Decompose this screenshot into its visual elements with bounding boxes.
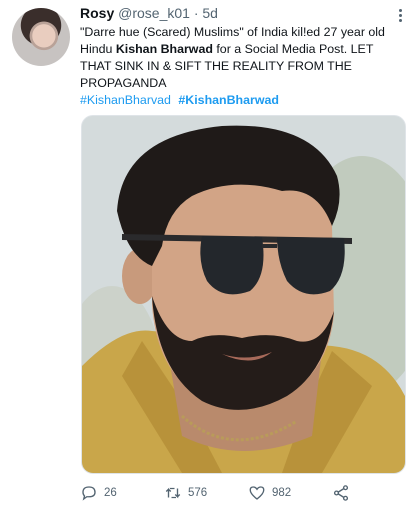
- hashtag-link-2[interactable]: #KishanBharwad: [178, 93, 279, 107]
- action-bar: 26 576 982: [80, 484, 380, 502]
- share-icon: [333, 485, 349, 501]
- tweet-name-bold: Kishan Bharwad: [115, 42, 213, 56]
- like-count: 982: [272, 487, 292, 499]
- retweet-count: 576: [188, 487, 208, 499]
- tweet-line-3: THAT SINK IN & SIFT THE REALITY FROM THE: [80, 59, 352, 73]
- like-button[interactable]: 982: [248, 484, 291, 502]
- reply-icon: [82, 486, 96, 501]
- tweet-line-2-end: for a Social Media Post. LET: [212, 42, 374, 56]
- tweet-line-4: PROPAGANDA: [80, 76, 167, 90]
- tweet-photo[interactable]: [81, 115, 406, 474]
- avatar[interactable]: [12, 8, 70, 66]
- retweet-button[interactable]: 576: [164, 484, 207, 502]
- tweet-text: "Darre hue (Scared) Muslims" of India ki…: [80, 24, 405, 92]
- user-name[interactable]: Rosy: [80, 5, 114, 21]
- tweet-line-1: "Darre hue (Scared) Muslims" of India ki…: [80, 25, 385, 39]
- like-icon: [249, 486, 265, 500]
- hashtags: #KishanBharvad #KishanBharwad: [80, 92, 279, 109]
- portrait-illustration: [82, 116, 405, 473]
- tweet-header: Rosy @rose_k01 · 5d: [80, 5, 218, 22]
- tweet-line-2-start: Hindu: [80, 42, 116, 56]
- retweet-icon: [165, 487, 181, 499]
- more-icon[interactable]: [393, 8, 407, 22]
- reply-count: 26: [104, 487, 117, 499]
- hashtag-link-1[interactable]: #KishanBharvad: [80, 93, 171, 107]
- user-handle[interactable]: @rose_k01: [118, 5, 190, 21]
- tweet-time[interactable]: · 5d: [194, 5, 218, 21]
- share-button[interactable]: [332, 484, 350, 502]
- reply-button[interactable]: 26: [80, 484, 117, 502]
